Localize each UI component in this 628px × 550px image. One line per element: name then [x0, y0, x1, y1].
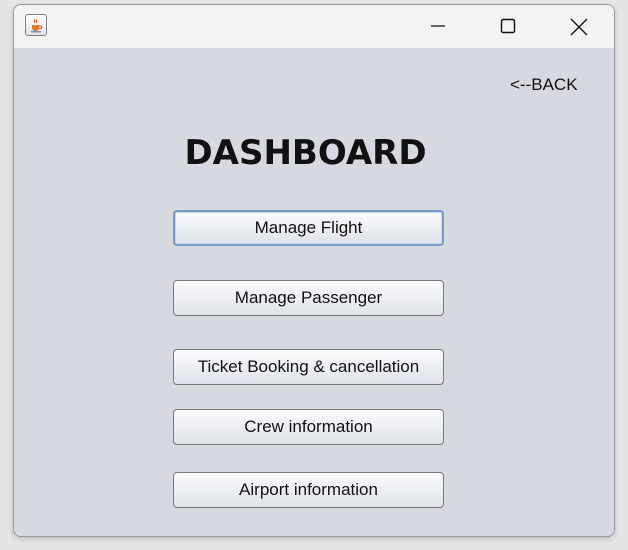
title-bar[interactable]	[14, 5, 614, 48]
close-button[interactable]	[555, 5, 601, 48]
minimize-icon	[431, 25, 445, 27]
minimize-button[interactable]	[415, 5, 461, 48]
ticket-booking-button[interactable]: Ticket Booking & cancellation	[173, 349, 444, 385]
dashboard-panel: <--BACK DASHBOARD Manage Flight Manage P…	[14, 48, 614, 536]
app-window: <--BACK DASHBOARD Manage Flight Manage P…	[13, 4, 615, 537]
airport-information-button[interactable]: Airport information	[173, 472, 444, 508]
manage-flight-button[interactable]: Manage Flight	[173, 210, 444, 246]
maximize-button[interactable]	[485, 5, 531, 48]
manage-passenger-button[interactable]: Manage Passenger	[173, 280, 444, 316]
close-icon	[570, 18, 588, 36]
page-title: DASHBOARD	[184, 133, 427, 173]
back-link[interactable]: <--BACK	[510, 75, 578, 95]
maximize-icon	[500, 18, 516, 34]
crew-information-button[interactable]: Crew information	[173, 409, 444, 445]
java-cup-icon[interactable]	[25, 14, 47, 36]
